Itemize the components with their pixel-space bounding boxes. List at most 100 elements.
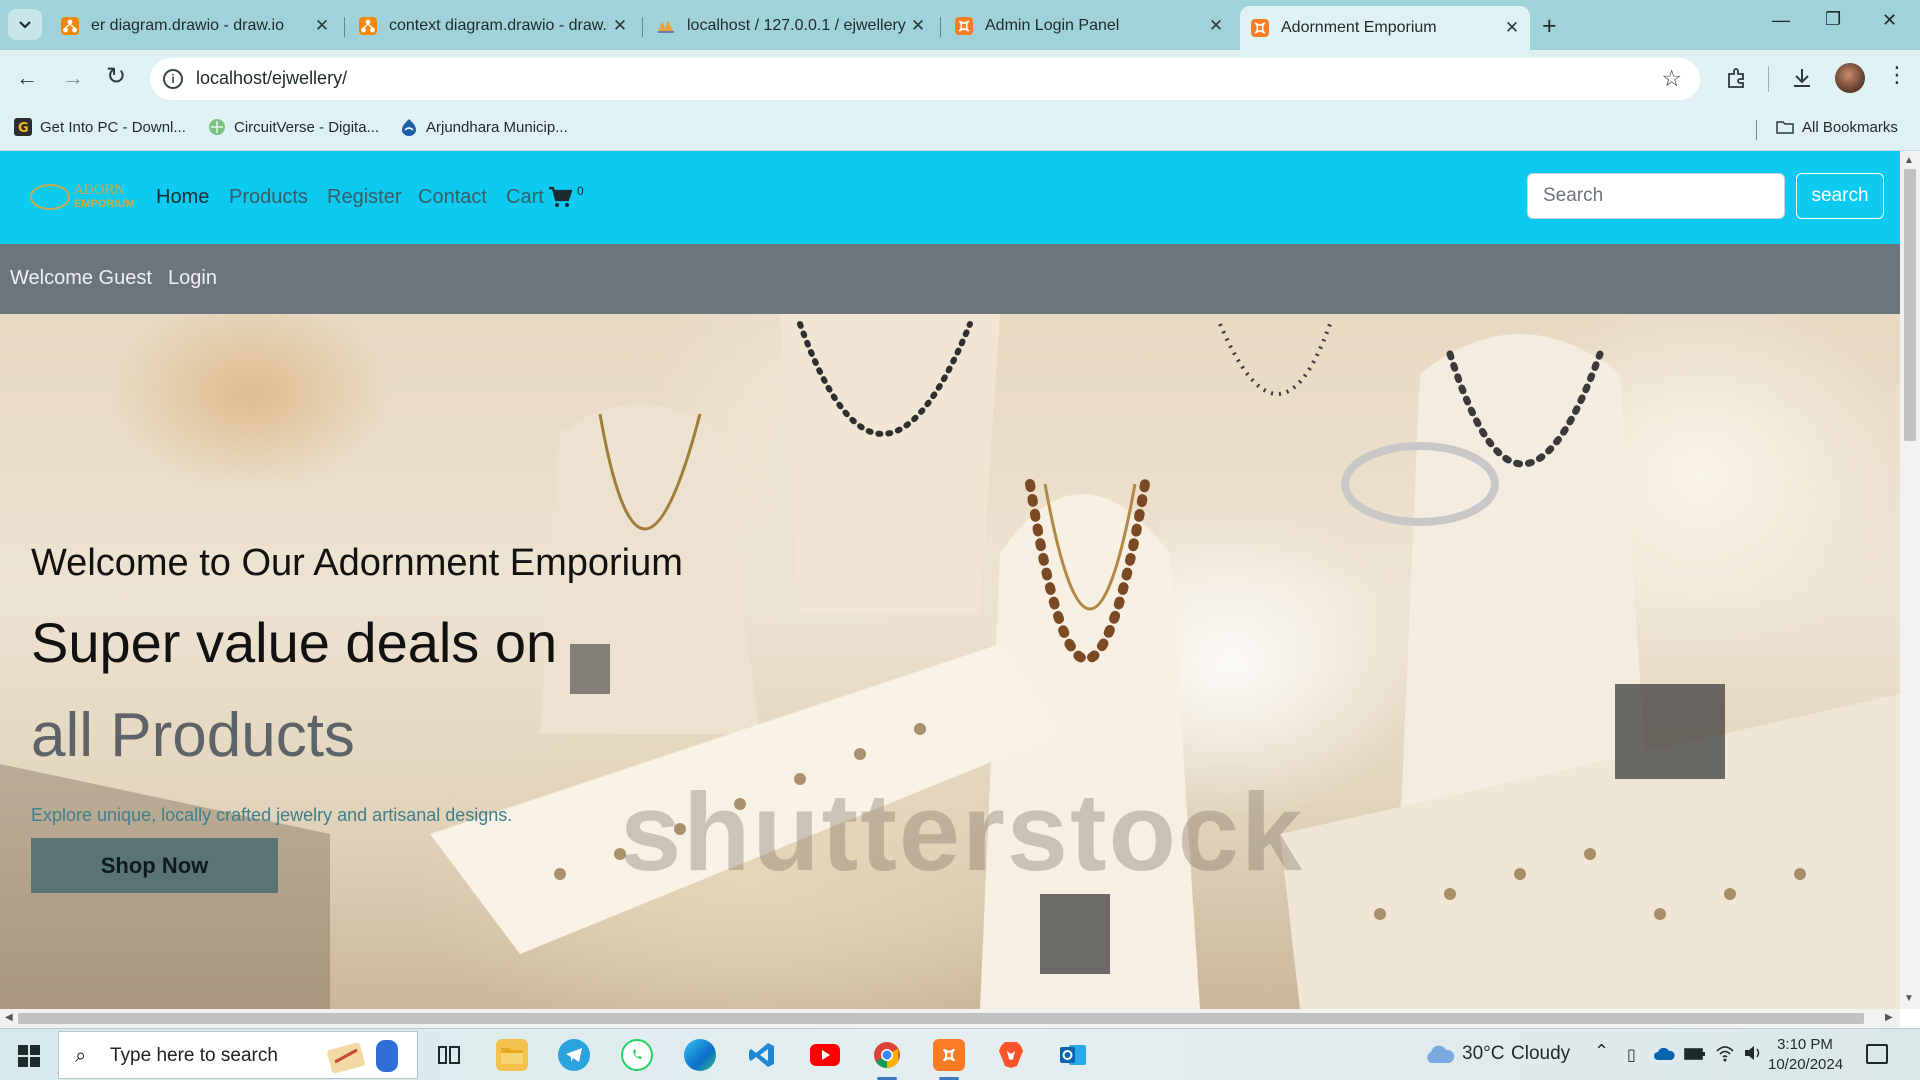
- restore-icon[interactable]: ❐: [1825, 9, 1841, 30]
- notification-center-icon[interactable]: [1866, 1044, 1888, 1064]
- reload-icon[interactable]: ↻: [106, 62, 126, 91]
- tab-strip: er diagram.drawio - draw.io ✕ context di…: [0, 0, 1920, 50]
- all-bookmarks[interactable]: All Bookmarks: [1776, 118, 1898, 136]
- tab-adornment-emporium[interactable]: Adornment Emporium ✕: [1240, 6, 1530, 50]
- xampp-icon: [1251, 19, 1269, 37]
- scroll-left-icon[interactable]: ◀: [5, 1012, 13, 1023]
- xampp-icon: [955, 16, 973, 35]
- tab-title: localhost / 127.0.0.1 / ejwellery: [687, 16, 906, 34]
- bookmark-star-icon[interactable]: ☆: [1661, 65, 1682, 92]
- close-icon[interactable]: ✕: [906, 16, 930, 36]
- scrollbar-thumb[interactable]: [1904, 169, 1916, 441]
- bookmark-arjundhara[interactable]: Arjundhara Municip...: [400, 118, 568, 136]
- scroll-right-icon[interactable]: ▶: [1885, 1012, 1893, 1023]
- address-bar[interactable]: i localhost/ejwellery/ ☆: [150, 58, 1700, 100]
- system-clock[interactable]: 3:10 PM 10/20/2024: [1768, 1035, 1843, 1075]
- vertical-scrollbar[interactable]: ▲ ▼: [1900, 151, 1920, 1009]
- taskbar-search-box[interactable]: ⌕ Type here to search: [58, 1031, 418, 1079]
- nav-contact[interactable]: Contact: [418, 186, 487, 209]
- scroll-down-icon[interactable]: ▼: [1904, 993, 1914, 1004]
- chevron-down-icon: [19, 20, 31, 29]
- cart-icon[interactable]: [548, 185, 572, 209]
- drawio-icon: [359, 16, 377, 35]
- bookmarks-bar: G Get Into PC - Downl... CircuitVerse - …: [0, 108, 1920, 151]
- close-icon[interactable]: ✕: [1204, 16, 1228, 36]
- new-tab-icon[interactable]: +: [1542, 12, 1557, 41]
- drawio-icon: [61, 16, 79, 35]
- volume-icon[interactable]: [1743, 1044, 1763, 1062]
- profile-avatar[interactable]: [1835, 63, 1865, 93]
- folder-icon: [1776, 121, 1794, 134]
- onedrive-icon[interactable]: [1653, 1047, 1675, 1061]
- browser-toolbar: ← → ↻ i localhost/ejwellery/ ☆ ⋮: [0, 50, 1920, 108]
- vscode-icon[interactable]: [746, 1039, 778, 1071]
- bookmark-label: Arjundhara Municip...: [426, 118, 568, 136]
- bookmark-label: CircuitVerse - Digita...: [234, 118, 380, 136]
- shop-now-button[interactable]: Shop Now: [31, 838, 278, 893]
- site-logo[interactable]: ADORN EMPORIUM: [30, 181, 135, 215]
- bookmark-getintopc[interactable]: G Get Into PC - Downl...: [14, 118, 186, 136]
- tab-er-diagram[interactable]: er diagram.drawio - draw.io ✕: [50, 10, 340, 41]
- window-close-icon[interactable]: ✕: [1882, 10, 1897, 31]
- hero-highlight: all Products: [31, 701, 355, 770]
- bookmark-circuitverse[interactable]: CircuitVerse - Digita...: [208, 118, 379, 136]
- site-navbar: ADORN EMPORIUM Home Products Register Co…: [0, 151, 1900, 244]
- battery-icon[interactable]: [1684, 1047, 1706, 1061]
- youtube-icon[interactable]: [809, 1039, 841, 1071]
- nav-home[interactable]: Home: [156, 186, 209, 209]
- task-view-icon[interactable]: [433, 1039, 465, 1071]
- scroll-up-icon[interactable]: ▲: [1904, 155, 1914, 166]
- telegram-icon[interactable]: [558, 1039, 590, 1071]
- hero-tagline: Explore unique, locally crafted jewelry …: [31, 805, 513, 825]
- search-button[interactable]: search: [1796, 173, 1884, 219]
- url-text[interactable]: localhost/ejwellery/: [196, 68, 347, 89]
- tab-admin-login[interactable]: Admin Login Panel ✕: [944, 10, 1234, 41]
- more-options-icon[interactable]: ⋮: [1886, 62, 1908, 88]
- horizontal-scrollbar[interactable]: ◀ ▶: [0, 1009, 1900, 1028]
- xampp-icon[interactable]: [933, 1039, 965, 1080]
- back-icon[interactable]: ←: [16, 65, 38, 91]
- downloads-icon[interactable]: [1790, 66, 1814, 90]
- login-link[interactable]: Login: [168, 267, 217, 290]
- watermark-text: shutterstock: [620, 771, 1305, 894]
- forward-icon[interactable]: →: [62, 65, 84, 91]
- nav-register[interactable]: Register: [327, 186, 401, 209]
- search-input[interactable]: [1527, 173, 1785, 219]
- close-icon[interactable]: ✕: [1500, 18, 1524, 38]
- close-icon[interactable]: ✕: [608, 16, 632, 36]
- outlook-icon[interactable]: [1057, 1039, 1089, 1071]
- file-explorer-icon[interactable]: [496, 1039, 528, 1071]
- tab-context-diagram[interactable]: context diagram.drawio - draw.io ✕: [348, 10, 638, 41]
- tab-phpmyadmin[interactable]: localhost / 127.0.0.1 / ejwellery ✕: [646, 10, 936, 41]
- user-bar: Welcome Guest Login: [0, 244, 1900, 314]
- wifi-icon[interactable]: [1715, 1044, 1735, 1062]
- edge-icon[interactable]: [684, 1039, 716, 1071]
- chrome-icon[interactable]: [871, 1039, 903, 1080]
- windows-start-icon[interactable]: [18, 1045, 40, 1067]
- close-icon[interactable]: ✕: [310, 16, 334, 36]
- chevron-up-icon[interactable]: ⌃: [1594, 1041, 1609, 1062]
- nav-cart[interactable]: Cart: [506, 186, 544, 209]
- whatsapp-icon[interactable]: [621, 1039, 653, 1071]
- taskbar: ⌕ Type here to search 30°C Cloudy ⌃ ▯ 3:…: [0, 1028, 1920, 1080]
- tab-separator: [642, 17, 643, 37]
- tab-search-button[interactable]: [8, 9, 42, 40]
- device-icon[interactable]: ▯: [1627, 1045, 1636, 1065]
- phpmyadmin-icon: [658, 19, 674, 33]
- bookmark-label: All Bookmarks: [1802, 118, 1898, 136]
- minimize-icon[interactable]: —: [1772, 10, 1790, 31]
- scrollbar-thumb[interactable]: [18, 1013, 1864, 1024]
- search-highlight-illustration-icon: [327, 1040, 398, 1074]
- cart-count-badge: 0: [577, 184, 584, 198]
- site-info-icon[interactable]: i: [163, 69, 183, 89]
- welcome-guest-text: Welcome Guest: [10, 267, 152, 289]
- bookmark-label: Get Into PC - Downl...: [40, 118, 186, 136]
- clock-time: 3:10 PM: [1777, 1036, 1833, 1053]
- logo-subtext: EMPORIUM: [74, 198, 135, 210]
- weather-condition[interactable]: Cloudy: [1511, 1043, 1570, 1065]
- extensions-icon[interactable]: [1725, 66, 1749, 90]
- weather-temperature[interactable]: 30°C: [1462, 1043, 1504, 1065]
- nav-products[interactable]: Products: [229, 186, 308, 209]
- brave-icon[interactable]: [995, 1039, 1027, 1071]
- tab-title: context diagram.drawio - draw.io: [389, 16, 608, 34]
